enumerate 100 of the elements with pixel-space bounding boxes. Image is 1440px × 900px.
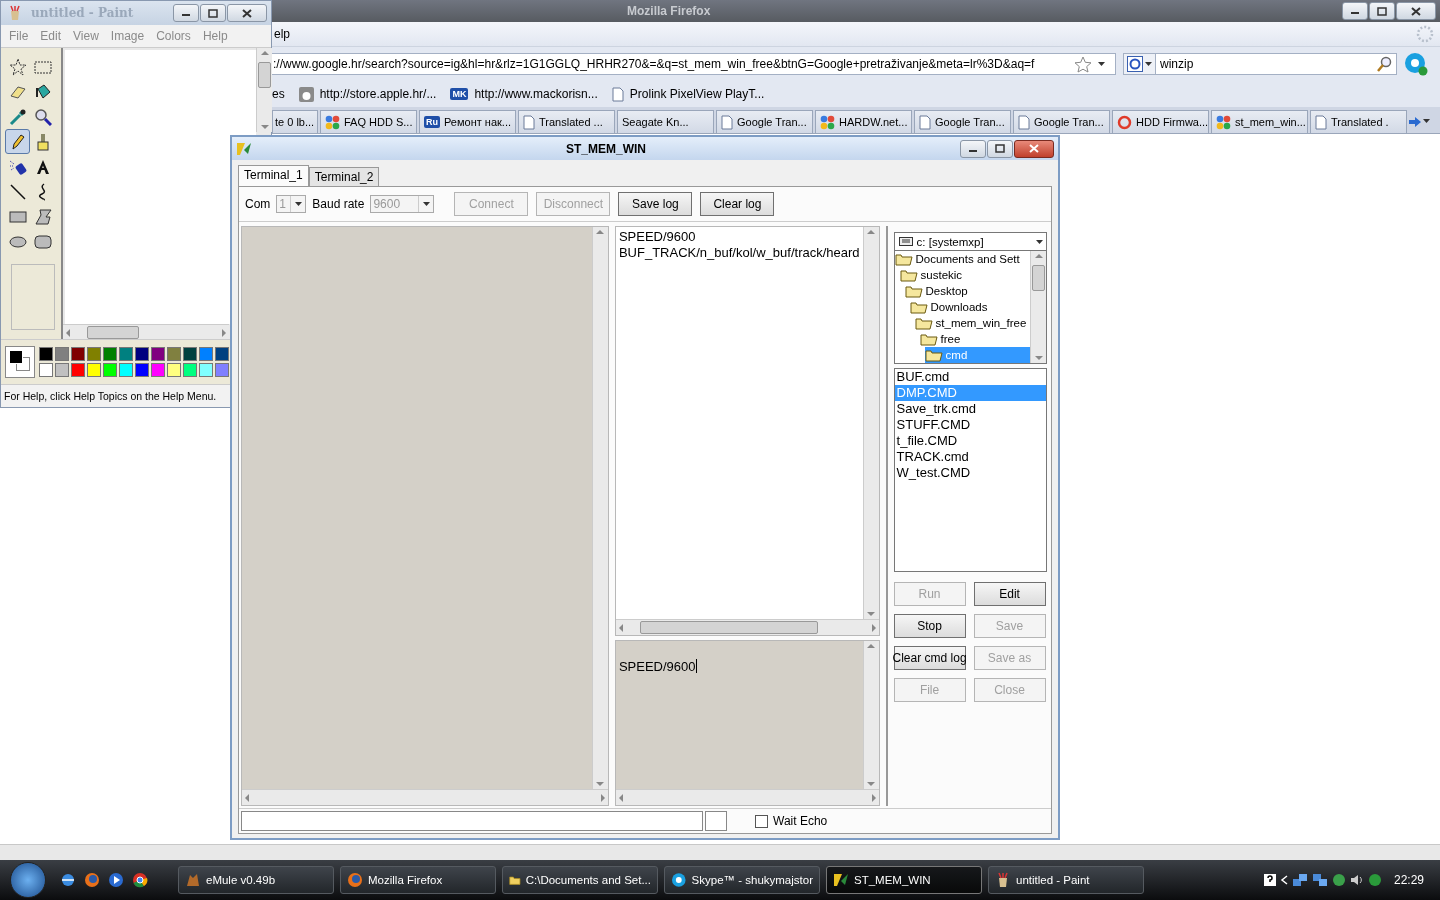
maximize-button[interactable]	[1369, 2, 1395, 20]
search-field[interactable]: winzip	[1123, 53, 1397, 75]
color-swatch[interactable]	[39, 363, 53, 377]
maximize-button[interactable]	[987, 139, 1013, 158]
caret-icon[interactable]	[1423, 119, 1432, 124]
file-item[interactable]: BUF.cmd	[894, 369, 1046, 385]
toolbar-button[interactable]: Clear log	[700, 192, 775, 216]
browser-tab[interactable]: HDD Firmwa...	[1112, 110, 1209, 133]
browser-tab[interactable]: Ru Ремонт нак...	[419, 110, 516, 133]
close-button[interactable]	[1396, 2, 1436, 20]
tab[interactable]: Terminal_1	[238, 165, 309, 186]
color-swatch[interactable]	[119, 347, 133, 361]
minimize-button[interactable]	[1342, 2, 1368, 20]
color-swatch[interactable]	[183, 363, 197, 377]
horizontal-scrollbar[interactable]	[615, 619, 879, 635]
file-item[interactable]: W_test.CMD	[894, 465, 1046, 481]
horizontal-scrollbar[interactable]	[615, 789, 879, 805]
color-swatch[interactable]	[119, 363, 133, 377]
color-swatch[interactable]	[215, 363, 229, 377]
start-button[interactable]	[10, 862, 46, 898]
search-engine-icon[interactable]	[1127, 56, 1143, 72]
vertical-scrollbar[interactable]	[591, 227, 608, 789]
folder-node[interactable]: Downloads	[909, 299, 1030, 315]
command-button[interactable]: Stop	[893, 614, 966, 638]
network-icon[interactable]	[1291, 873, 1308, 887]
speaker-icon[interactable]	[1349, 873, 1364, 887]
color-swatch[interactable]	[183, 347, 197, 361]
address-field[interactable]: ://www.google.hr/search?source=ig&hl=hr&rlz=1G1GGLQ_HRHR270&=&q=st_mem_win_free&btnG=Google+pretraživanje&meta=lr%3D&aq=f	[270, 53, 1116, 75]
bookmark[interactable]: http://store.apple.hr/...	[298, 86, 437, 102]
bookmark[interactable]: Prolink PixelView PlayT...	[611, 86, 765, 102]
color-swatch[interactable]	[55, 363, 69, 377]
color-swatch[interactable]	[55, 347, 69, 361]
browser-tab[interactable]: Google Tran...	[716, 110, 813, 133]
tool-button[interactable]	[5, 129, 30, 154]
color-swatch[interactable]	[151, 347, 165, 361]
vertical-scrollbar[interactable]	[1030, 251, 1046, 363]
minimize-button[interactable]	[960, 139, 986, 158]
maximize-button[interactable]	[200, 4, 226, 22]
taskbar-button[interactable]: Mozilla Firefox	[340, 866, 496, 894]
browser-tab[interactable]: Google Tran...	[914, 110, 1011, 133]
browser-tab[interactable]: st_mem_win...	[1211, 110, 1308, 133]
file-item[interactable]: t_file.CMD	[894, 433, 1046, 449]
browser-tab[interactable]: Google Tran...	[1013, 110, 1110, 133]
taskbar-button[interactable]: Skype™ - shukymajstor	[664, 866, 820, 894]
drive-dropdown[interactable]: c: [systemxp]	[893, 232, 1047, 251]
browser-tab[interactable]: te 0 lb...	[272, 110, 318, 133]
menu-item[interactable]: elp	[274, 27, 290, 41]
chevron-icon[interactable]	[1279, 875, 1288, 885]
color-swatch[interactable]	[71, 363, 85, 377]
taskbar-button[interactable]: eMule v0.49b	[178, 866, 334, 894]
taskbar-button[interactable]: untitled - Paint	[988, 866, 1144, 894]
input-field[interactable]	[241, 811, 703, 831]
taskbar-button[interactable]: ST_MEM_WIN	[826, 866, 982, 894]
color-swatch[interactable]	[87, 363, 101, 377]
search-icon[interactable]	[1376, 56, 1392, 72]
browser-tab[interactable]: FAQ HDD S...	[320, 110, 417, 133]
file-item[interactable]: TRACK.cmd	[894, 449, 1046, 465]
command-button[interactable]: Clear cmd log	[893, 646, 966, 670]
color-swatch[interactable]	[135, 347, 149, 361]
browser-tab[interactable]: HARDW.net...	[815, 110, 912, 133]
folder-node[interactable]: st_mem_win_free	[914, 315, 1030, 331]
horizontal-scrollbar[interactable]	[242, 789, 608, 805]
bookmark[interactable]: es	[272, 87, 285, 101]
color-swatch[interactable]	[167, 363, 181, 377]
minimize-button[interactable]	[173, 4, 199, 22]
color-swatch[interactable]	[103, 347, 117, 361]
folder-node[interactable]: sustekic	[899, 267, 1030, 283]
checkbox[interactable]	[755, 814, 768, 828]
star-icon[interactable]	[1074, 55, 1092, 73]
bookmark[interactable]: MK http://www.mackorisn...	[450, 87, 598, 101]
browser-tab[interactable]: Translated ...	[518, 110, 615, 133]
color-swatch[interactable]	[103, 363, 117, 377]
browser-tab[interactable]: Seagate Kn...	[617, 110, 714, 133]
folder-node[interactable]: free	[919, 331, 1030, 347]
folder-node[interactable]: Desktop	[904, 283, 1030, 299]
color-swatch[interactable]	[199, 363, 213, 377]
close-button[interactable]	[227, 4, 267, 22]
color-swatch[interactable]	[215, 347, 229, 361]
command-button[interactable]: Edit	[973, 582, 1046, 606]
horizontal-scrollbar[interactable]	[63, 324, 229, 340]
color-swatch[interactable]	[135, 363, 149, 377]
folder-node[interactable]: Documents and Sett	[894, 251, 1030, 267]
color-swatch[interactable]	[199, 347, 213, 361]
network-icon[interactable]	[1311, 873, 1328, 887]
file-item[interactable]: STUFF.CMD	[894, 417, 1046, 433]
browser-tab[interactable]: Translated .	[1310, 110, 1407, 133]
color-swatch[interactable]	[39, 347, 53, 361]
vertical-scrollbar[interactable]	[862, 641, 879, 789]
taskbar-button[interactable]: C:\Documents and Set...	[502, 866, 658, 894]
toolbar-button[interactable]: Save log	[618, 192, 693, 216]
close-button[interactable]	[1014, 139, 1054, 158]
color-swatch[interactable]	[167, 347, 181, 361]
folder-tree[interactable]: Documents and Sett sustekic Desktop Downloads st_mem_win_free free cmd	[893, 251, 1047, 364]
input-field[interactable]	[705, 811, 727, 831]
vertical-scrollbar[interactable]	[256, 48, 272, 132]
color-swatch[interactable]	[151, 363, 165, 377]
vertical-scrollbar[interactable]	[862, 227, 879, 619]
file-list[interactable]: BUF.cmd DMP.CMD Save_trk.cmd STUFF.CMD t_file.CMD TRACK.cmd W_test.CMD	[893, 368, 1047, 572]
right-arrow-icon[interactable]	[1409, 116, 1421, 127]
command-field[interactable]: SPEED/9600	[614, 640, 880, 806]
